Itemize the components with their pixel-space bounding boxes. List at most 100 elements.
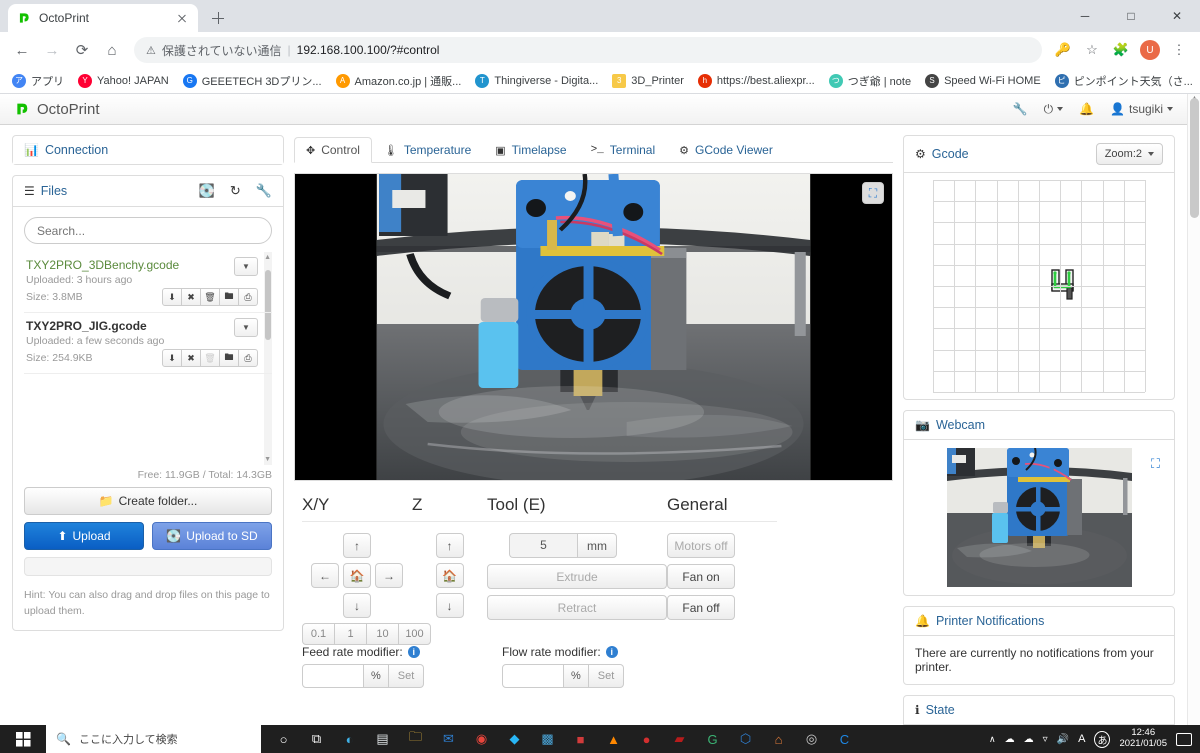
- scroll-down-icon[interactable]: ▼: [264, 456, 271, 463]
- puzzle-icon[interactable]: 🧩: [1108, 37, 1134, 63]
- bookmark-item[interactable]: Y Yahoo! JAPAN: [72, 72, 175, 90]
- list-item[interactable]: TXY2PRO_JIG.gcode Uploaded: a few second…: [24, 313, 272, 374]
- maximize-button[interactable]: □: [1108, 0, 1154, 32]
- user-menu[interactable]: 👤 tsugiki: [1110, 102, 1173, 116]
- state-panel-title[interactable]: ℹ State: [915, 703, 955, 717]
- download-button[interactable]: ⬇: [162, 349, 182, 367]
- motors-off-button[interactable]: Motors off: [667, 533, 735, 558]
- file-name[interactable]: TXY2PRO_JIG.gcode: [26, 319, 258, 333]
- connection-panel-header[interactable]: 📊 Connection: [13, 136, 283, 164]
- tab-temperature[interactable]: 🌡 Temperature: [372, 137, 483, 163]
- slice-button[interactable]: ✖: [181, 349, 201, 367]
- jog-z-up-button[interactable]: ↑: [435, 533, 464, 558]
- cura-icon[interactable]: ◆: [498, 725, 531, 753]
- ime-mode-a[interactable]: A: [1078, 733, 1085, 745]
- retract-button[interactable]: Retract: [487, 595, 667, 620]
- c-app-icon[interactable]: C: [828, 725, 861, 753]
- home-xy-button[interactable]: 🏠: [343, 563, 371, 588]
- bookmark-item[interactable]: 3 3D_Printer: [606, 72, 690, 90]
- pronterface-icon[interactable]: ●: [630, 725, 663, 753]
- upload-button[interactable]: ⬆ Upload: [24, 522, 144, 550]
- zoom-dropdown[interactable]: Zoom:2: [1095, 143, 1163, 165]
- onedrive-icon[interactable]: ☁: [1024, 734, 1034, 745]
- task-view-icon[interactable]: ⧉: [300, 725, 333, 753]
- notifications-panel-title[interactable]: 🔔 Printer Notifications: [915, 614, 1044, 628]
- bell-icon[interactable]: 🔔: [1079, 102, 1094, 116]
- camera-app-icon[interactable]: ◎: [795, 725, 828, 753]
- bookmark-item[interactable]: A Amazon.co.jp | 通販...: [330, 71, 468, 91]
- bookmark-item[interactable]: アアプリ: [6, 71, 70, 91]
- slice-button[interactable]: ✖: [181, 288, 201, 306]
- new-tab-button[interactable]: [204, 4, 232, 32]
- minimize-button[interactable]: ─: [1062, 0, 1108, 32]
- sd-card-icon[interactable]: 💽: [199, 183, 215, 199]
- home-button[interactable]: ⌂: [98, 36, 126, 64]
- move-button[interactable]: 🖿: [219, 288, 239, 306]
- cloud-icon[interactable]: ☁: [1005, 734, 1015, 745]
- refresh-icon[interactable]: ↻: [230, 183, 241, 199]
- taskbar-search-box[interactable]: 🔍 ここに入力して検索: [46, 725, 261, 753]
- start-button[interactable]: [0, 725, 46, 753]
- chrome-icon[interactable]: ◉: [465, 725, 498, 753]
- step-0.1-button[interactable]: 0.1: [302, 623, 335, 645]
- file-menu-chevron-down-icon[interactable]: ▼: [234, 257, 258, 276]
- files-panel-title[interactable]: ☰ Files: [24, 184, 67, 198]
- print-button[interactable]: ⎙: [238, 349, 258, 367]
- fullscreen-icon[interactable]: ⛶: [862, 182, 884, 204]
- browser-tab[interactable]: OctoPrint: [8, 4, 198, 32]
- file-menu-chevron-down-icon[interactable]: ▼: [234, 318, 258, 337]
- list-item[interactable]: TXY2PRO_3DBenchy.gcode Uploaded: 3 hours…: [24, 252, 272, 313]
- star-icon[interactable]: ☆: [1079, 37, 1105, 63]
- tab-gcode-viewer[interactable]: ⚙ GCode Viewer: [667, 137, 785, 163]
- volume-icon[interactable]: 🔊: [1057, 734, 1069, 745]
- fullscreen-icon[interactable]: ⛶: [1151, 456, 1160, 472]
- tab-timelapse[interactable]: ▣ Timelapse: [483, 137, 578, 163]
- notification-center-icon[interactable]: [1176, 732, 1192, 746]
- file-name[interactable]: TXY2PRO_3DBenchy.gcode: [26, 258, 258, 272]
- info-icon[interactable]: i: [605, 646, 618, 658]
- fan-off-button[interactable]: Fan off: [667, 595, 735, 620]
- step-10-button[interactable]: 10: [366, 623, 399, 645]
- jog-x-left-button[interactable]: ←: [311, 563, 339, 588]
- bookmark-item[interactable]: S Speed Wi-Fi HOME: [919, 72, 1047, 90]
- bookmark-item[interactable]: ピピンポイント天気（さ...: [1049, 71, 1199, 91]
- microsoft-store-icon[interactable]: ▤: [366, 725, 399, 753]
- octoprint-brand[interactable]: OctoPrint: [14, 101, 100, 118]
- edge-icon[interactable]: ◐: [333, 725, 366, 753]
- flow-rate-input[interactable]: [502, 664, 564, 688]
- feed-rate-input[interactable]: [302, 664, 364, 688]
- jog-z-down-button[interactable]: ↓: [435, 593, 464, 618]
- feed-rate-set-button[interactable]: Set: [388, 664, 425, 688]
- tray-chevron-up-icon[interactable]: ∧: [989, 734, 996, 745]
- profile-avatar[interactable]: U: [1137, 37, 1163, 63]
- network-icon[interactable]: ▿: [1043, 734, 1048, 745]
- gcode-canvas[interactable]: [904, 173, 1174, 399]
- vlc-icon[interactable]: ▲: [597, 725, 630, 753]
- mail-icon[interactable]: ✉: [432, 725, 465, 753]
- page-scrollbar-thumb[interactable]: [1190, 98, 1199, 218]
- info-icon[interactable]: i: [407, 646, 420, 658]
- jog-y-up-button[interactable]: ↑: [343, 533, 371, 558]
- download-button[interactable]: ⬇: [162, 288, 182, 306]
- home-z-button[interactable]: 🏠: [435, 563, 464, 588]
- back-button[interactable]: ←: [8, 36, 36, 64]
- upload-to-sd-button[interactable]: 💽 Upload to SD: [152, 522, 272, 550]
- grammarly-icon[interactable]: G: [696, 725, 729, 753]
- print-button[interactable]: ⎙: [238, 288, 258, 306]
- reload-button[interactable]: ⟳: [68, 36, 96, 64]
- cortana-icon[interactable]: ○: [267, 725, 300, 753]
- power-menu[interactable]: ⏻: [1044, 102, 1064, 117]
- fan-on-button[interactable]: Fan on: [667, 564, 735, 589]
- ime-mode-kana[interactable]: あ: [1094, 730, 1111, 748]
- step-1-button[interactable]: 1: [334, 623, 367, 645]
- jog-x-right-button[interactable]: →: [375, 563, 403, 588]
- gcode-panel-title[interactable]: ⚙ Gcode: [915, 147, 969, 161]
- webcam-panel-title[interactable]: 📷 Webcam: [915, 418, 985, 432]
- bookmark-item[interactable]: G GEEETECH 3Dプリン...: [177, 71, 328, 91]
- file-explorer-icon[interactable]: 🗀: [399, 725, 432, 753]
- kebab-menu-icon[interactable]: ⋮: [1166, 37, 1192, 63]
- bookmark-item[interactable]: h https://best.aliexpr...: [692, 72, 821, 90]
- tab-control[interactable]: ✥ Control: [294, 137, 372, 163]
- page-scrollbar[interactable]: ▲: [1187, 94, 1200, 725]
- create-folder-button[interactable]: 📁 Create folder...: [24, 487, 272, 515]
